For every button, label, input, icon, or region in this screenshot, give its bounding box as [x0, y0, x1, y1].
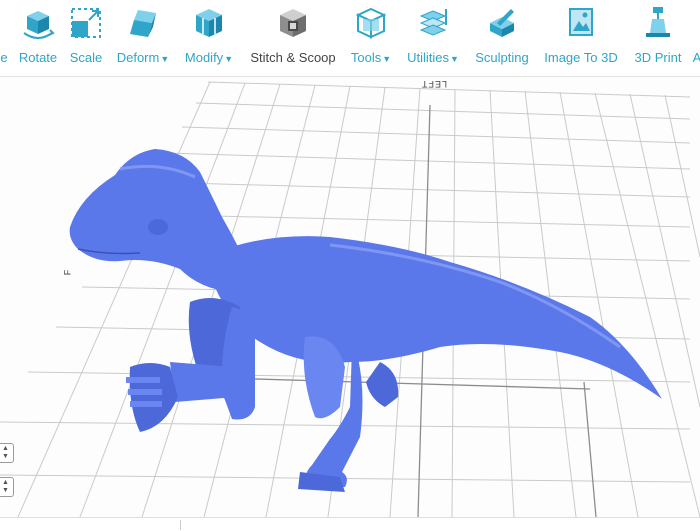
- status-bar: [0, 517, 700, 531]
- tool-more[interactable]: A: [690, 4, 700, 72]
- 3d-print-icon: [640, 4, 676, 42]
- tools-icon: [353, 4, 389, 42]
- scene-canvas: [0, 81, 700, 517]
- 3d-viewport[interactable]: LEFT F ▲ ▼ ▲ ▼: [0, 77, 700, 517]
- sculpting-icon: [484, 4, 520, 42]
- tool-scale[interactable]: Scale: [66, 4, 106, 72]
- spinner-control[interactable]: ▲ ▼: [0, 443, 14, 463]
- axis-front-label: F: [62, 268, 73, 276]
- tool-label-text: Tools: [350, 50, 382, 65]
- tool-label: e: [0, 50, 8, 65]
- tool-sculpting[interactable]: Sculpting: [470, 4, 534, 72]
- up-down-arrows-icon: ▲ ▼: [2, 479, 9, 494]
- dropdown-caret-icon: ▼: [382, 54, 392, 64]
- dropdown-caret-icon: ▼: [160, 54, 170, 64]
- tool-label: Sculpting: [475, 50, 529, 65]
- utilities-icon: [415, 4, 451, 42]
- tool-label: Image To 3D: [544, 50, 618, 65]
- status-separator: [180, 520, 181, 530]
- axis-left-label: LEFT: [421, 79, 448, 89]
- tool-label: Modify▼: [185, 50, 233, 65]
- tool-utilities[interactable]: Utilities▼: [403, 4, 463, 72]
- tool-label: Utilities▼: [407, 50, 459, 65]
- tool-label: Rotate: [18, 50, 58, 65]
- toolbar: e Rotate Scale Deform▼ Modify▼ Stitch & …: [0, 0, 700, 77]
- tool-label: A: [692, 50, 700, 65]
- tool-tools[interactable]: Tools▼: [346, 4, 396, 72]
- tool-modify[interactable]: Modify▼: [180, 4, 238, 72]
- tool-label: Scale: [69, 50, 103, 65]
- dropdown-caret-icon: ▼: [449, 54, 459, 64]
- tool-label-text: Utilities: [407, 50, 449, 65]
- more-icon: [679, 4, 700, 42]
- tool-label-text: Modify: [184, 50, 224, 65]
- tool-rotate[interactable]: Rotate: [14, 4, 62, 72]
- tool-label-text: Deform: [116, 50, 160, 65]
- tool-label: Stitch & Scoop: [250, 50, 336, 65]
- rotate-icon: [20, 4, 56, 42]
- tool-image-to-3d[interactable]: Image To 3D: [540, 4, 622, 72]
- tool-stitch-scoop[interactable]: Stitch & Scoop: [246, 4, 340, 72]
- tool-label: Tools▼: [351, 50, 391, 65]
- dropdown-caret-icon: ▼: [224, 54, 234, 64]
- scale-icon: [68, 4, 104, 42]
- stitch-scoop-icon: [275, 4, 311, 42]
- tool-3d-print[interactable]: 3D Print: [630, 4, 686, 72]
- modify-icon: [191, 4, 227, 42]
- tool-label: 3D Print: [634, 50, 682, 65]
- tool-deform[interactable]: Deform▼: [112, 4, 174, 72]
- spinner-control[interactable]: ▲ ▼: [0, 477, 14, 497]
- tool-label: Deform▼: [117, 50, 170, 65]
- dinosaur-model[interactable]: [69, 149, 662, 492]
- deform-icon: [125, 4, 161, 42]
- image-to-3d-icon: [563, 4, 599, 42]
- up-down-arrows-icon: ▲ ▼: [2, 445, 9, 460]
